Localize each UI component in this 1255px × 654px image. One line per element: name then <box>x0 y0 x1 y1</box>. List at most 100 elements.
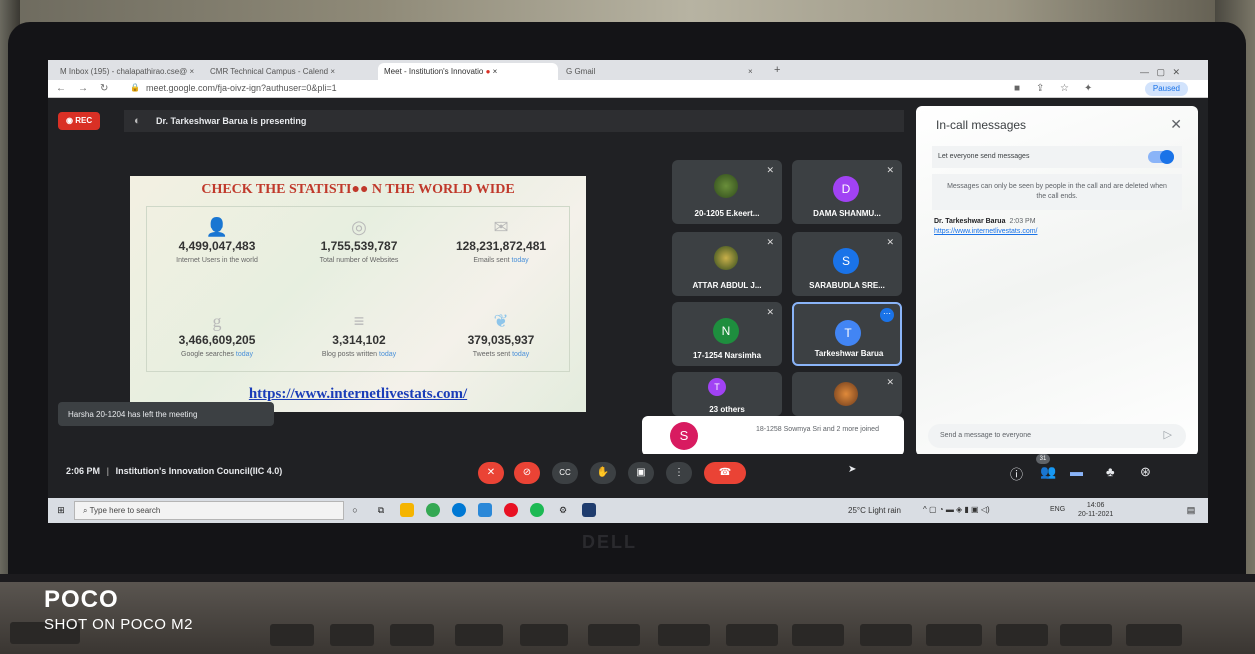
laptop-screen: M Inbox (195) - chalapathirao.cse@ × CMR… <box>48 60 1208 523</box>
chrome-icon[interactable] <box>426 503 440 517</box>
camera-icon[interactable]: ■ <box>1014 83 1020 94</box>
file-explorer-icon[interactable] <box>400 503 414 517</box>
joined-toast[interactable]: S 18-1258 Sowmya Sri and 2 more joined <box>642 416 904 456</box>
chat-title: In-call messages <box>936 118 1027 132</box>
participant-name: 20-1205 E.keert... <box>694 209 760 218</box>
share-icon[interactable]: ⇪ <box>1036 83 1044 94</box>
tab-label: CMR Technical Campus - Calend <box>210 67 329 76</box>
settings-icon[interactable]: ⚙ <box>556 503 570 517</box>
tab-close-icon[interactable]: × <box>190 67 195 76</box>
keyboard-key <box>726 624 778 646</box>
stat-highlight: today <box>235 351 253 358</box>
clock-date: 20-11-2021 <box>1078 511 1114 518</box>
mail-app-icon[interactable] <box>478 503 492 517</box>
opera-icon[interactable] <box>504 503 518 517</box>
taskbar-search[interactable]: ⌕ Type here to search <box>74 501 344 520</box>
cortana-icon[interactable]: ○ <box>348 503 362 517</box>
participant-tile-selected[interactable]: ⋯ T Tarkeshwar Barua <box>792 302 902 366</box>
slide-link: https://www.internetlivestats.com/ <box>248 386 468 402</box>
separator: | <box>106 466 110 476</box>
mic-toggle-button[interactable]: ✕ <box>478 462 504 484</box>
participant-tile[interactable]: ✕ S SARABUDLA SRE... <box>792 232 902 296</box>
stat-value: 3,466,609,205 <box>178 333 256 347</box>
participant-tile[interactable]: ✕ <box>792 372 902 416</box>
weather-widget[interactable]: 25°C Light rain <box>848 506 901 515</box>
taskbar-clock[interactable]: 14:06 20-11-2021 <box>1078 501 1113 519</box>
close-icon[interactable]: ✕ <box>1170 116 1182 133</box>
keyboard-key <box>270 624 314 646</box>
forward-icon[interactable]: → <box>78 83 88 94</box>
activities-icon[interactable]: ♣ <box>1106 464 1115 479</box>
stat-tweets: ❦ 379,035,937 Tweets sent today <box>431 311 571 358</box>
keyboard-key <box>390 624 434 646</box>
stat-label: Emails sent today <box>431 257 571 264</box>
star-icon[interactable]: ☆ <box>1060 83 1069 94</box>
avatar: D <box>833 176 859 202</box>
chat-panel: In-call messages ✕ Let everyone send mes… <box>916 106 1198 456</box>
raise-hand-button[interactable]: ✋ <box>590 462 616 484</box>
spotify-icon[interactable] <box>530 503 544 517</box>
keyboard-key <box>1126 624 1182 646</box>
tab-meet[interactable]: Meet - Institution's Innovatio ● × <box>378 63 558 80</box>
people-icon[interactable]: 👥 <box>1040 464 1056 480</box>
send-icon[interactable]: ▷ <box>1164 428 1172 441</box>
recording-dot-icon: ● <box>485 67 491 76</box>
tab-calendar[interactable]: CMR Technical Campus - Calend × <box>204 63 376 80</box>
keyboard-key <box>996 624 1048 646</box>
reload-icon[interactable]: ↻ <box>100 83 108 94</box>
google-icon: g <box>212 311 222 331</box>
participant-photo <box>834 382 858 406</box>
extensions-icon[interactable]: ✦ <box>1084 83 1092 94</box>
keyboard-key <box>588 624 640 646</box>
url-field[interactable]: meet.google.com/fja-oivz-ign?authuser=0&… <box>146 83 337 93</box>
windows-start-icon[interactable]: ⊞ <box>54 503 68 517</box>
message-input[interactable]: Send a message to everyone ▷ <box>928 424 1186 448</box>
profile-button[interactable]: Paused <box>1144 82 1188 96</box>
info-icon[interactable]: ⓘ <box>1010 464 1023 483</box>
stat-emails: ✉ 128,231,872,481 Emails sent today <box>431 217 571 264</box>
tab-close-icon[interactable]: × <box>330 67 335 76</box>
chat-icon[interactable]: ▬ <box>1070 464 1083 479</box>
participant-name: 23 others <box>709 405 745 414</box>
present-button[interactable]: ▣ <box>628 462 654 484</box>
participant-tile[interactable]: ✕ D DAMA SHANMU... <box>792 160 902 224</box>
language-indicator[interactable]: ENG <box>1050 506 1065 513</box>
edge-icon[interactable] <box>452 503 466 517</box>
more-options-icon[interactable]: ⋯ <box>880 308 894 322</box>
tab-gmail-inbox[interactable]: M Inbox (195) - chalapathirao.cse@ × <box>54 63 202 80</box>
system-tray-icons[interactable]: ^ ▢ ◔ ▬ ◈ ▮ ▣ ◁) <box>923 505 990 514</box>
leave-call-button[interactable]: ☎ <box>704 462 746 484</box>
mic-off-icon: ✕ <box>886 237 894 247</box>
author-name: Dr. Tarkeshwar Barua <box>934 218 1006 225</box>
rss-icon: ≡ <box>353 311 365 331</box>
notification-icon[interactable]: ▤ <box>1184 503 1198 517</box>
keyboard-key <box>658 624 710 646</box>
window-controls[interactable]: — ▢ ✕ <box>1134 63 1204 80</box>
toggle-label: Let everyone send messages <box>938 153 1030 160</box>
tab-close-icon[interactable]: × <box>742 63 762 80</box>
stat-label: Tweets sent today <box>431 351 571 358</box>
participant-tile-others[interactable]: T 23 others <box>672 372 782 416</box>
new-tab-button[interactable]: + <box>768 63 788 80</box>
host-controls-icon[interactable]: ⊛ <box>1140 464 1151 480</box>
mic-off-icon: ✕ <box>766 165 774 175</box>
send-messages-toggle[interactable] <box>1148 150 1174 164</box>
app-icon[interactable] <box>582 503 596 517</box>
mic-off-icon: ✕ <box>766 307 774 317</box>
more-options-button[interactable]: ⋮ <box>666 462 692 484</box>
participant-tile[interactable]: ✕ 20-1205 E.keert... <box>672 160 782 224</box>
captions-button[interactable]: CC <box>552 462 578 484</box>
tab-gmail[interactable]: G Gmail <box>560 63 740 80</box>
task-view-icon[interactable]: ⧉ <box>374 503 388 517</box>
keyboard-key <box>520 624 568 646</box>
message-time: 2:03 PM <box>1009 218 1036 225</box>
lock-icon: 🔒 <box>130 83 140 92</box>
stat-value: 3,314,102 <box>332 333 386 347</box>
camera-toggle-button[interactable]: ⊘ <box>514 462 540 484</box>
participant-tile[interactable]: ✕ ATTAR ABDUL J... <box>672 232 782 296</box>
message-link[interactable]: https://www.internetlivestats.com/ <box>934 228 1037 235</box>
stat-value: 4,499,047,483 <box>178 239 256 253</box>
back-icon[interactable]: ← <box>56 83 66 94</box>
tab-close-icon[interactable]: × <box>493 67 498 76</box>
participant-tile[interactable]: ✕ N 17-1254 Narsimha <box>672 302 782 366</box>
